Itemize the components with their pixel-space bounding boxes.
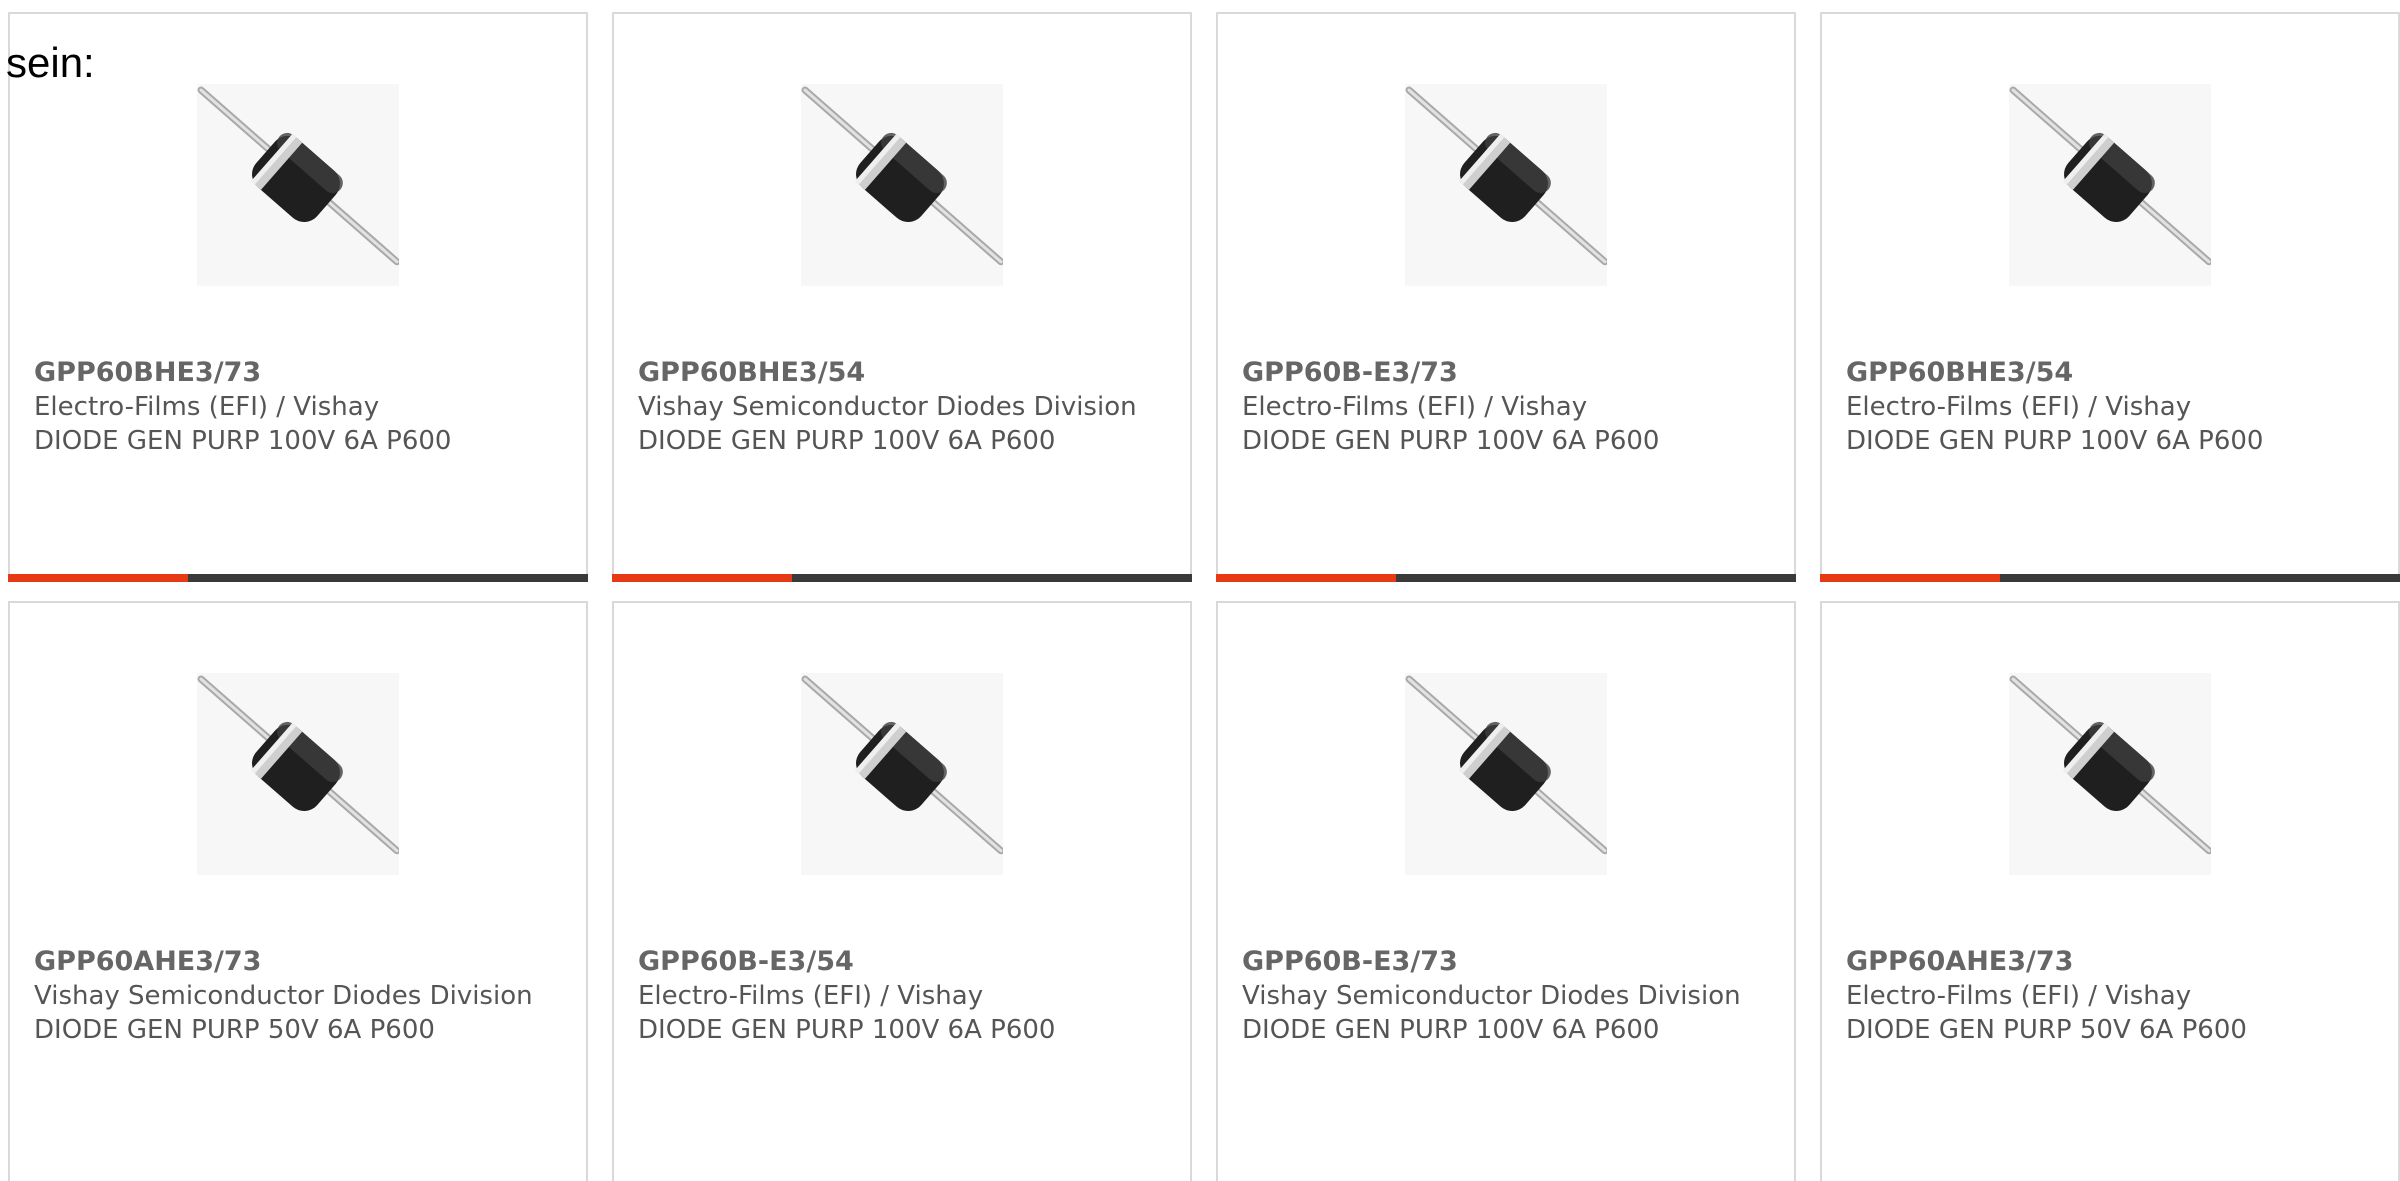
part-number[interactable]: GPP60BHE3/54 [1846,356,2378,390]
intro-text: sein: [6,39,95,86]
product-card[interactable]: GPP60B-E3/73 Vishay Semiconductor Diodes… [1216,601,1796,1181]
part-number[interactable]: GPP60BHE3/73 [34,356,566,390]
axial-diode-image [197,675,399,855]
product-card[interactable]: GPP60BHE3/54 Vishay Semiconductor Diodes… [612,12,1192,582]
card-bottom-bar [612,574,1192,582]
axial-diode-image [1405,675,1607,855]
card-bar-fill [8,574,188,582]
product-image[interactable] [197,84,399,286]
part-description: DIODE GEN PURP 50V 6A P600 [34,1015,435,1045]
card-bar-fill [1820,574,2000,582]
manufacturer-name: Electro-Films (EFI) / Vishay [1242,392,1588,422]
product-image[interactable] [801,84,1003,286]
card-bar-fill [612,574,792,582]
manufacturer-name: Electro-Films (EFI) / Vishay [1846,981,2192,1011]
part-number[interactable]: GPP60B-E3/73 [1242,356,1774,390]
card-bottom-bar [8,574,588,582]
product-card[interactable]: GPP60AHE3/73 Vishay Semiconductor Diodes… [8,601,588,1181]
part-number[interactable]: GPP60B-E3/73 [1242,945,1774,979]
manufacturer-name: Vishay Semiconductor Diodes Division [638,392,1137,422]
product-card[interactable]: GPP60BHE3/73 Electro-Films (EFI) / Visha… [8,12,588,582]
card-bottom-bar [1820,574,2400,582]
axial-diode-image [2009,675,2211,855]
part-description: DIODE GEN PURP 100V 6A P600 [34,426,452,456]
product-image[interactable] [1405,673,1607,875]
product-image[interactable] [2009,673,2211,875]
product-image[interactable] [1405,84,1607,286]
card-bottom-bar [1216,574,1796,582]
axial-diode-image [801,86,1003,266]
manufacturer-name: Electro-Films (EFI) / Vishay [1846,392,2192,422]
product-image[interactable] [197,673,399,875]
axial-diode-image [1405,86,1607,266]
part-description: DIODE GEN PURP 100V 6A P600 [1242,426,1660,456]
product-image[interactable] [2009,84,2211,286]
product-card[interactable]: GPP60B-E3/54 Electro-Films (EFI) / Visha… [612,601,1192,1181]
part-description: DIODE GEN PURP 100V 6A P600 [638,426,1056,456]
product-card[interactable]: GPP60B-E3/73 Electro-Films (EFI) / Visha… [1216,12,1796,582]
axial-diode-image [2009,86,2211,266]
manufacturer-name: Electro-Films (EFI) / Vishay [34,392,380,422]
product-card[interactable]: GPP60BHE3/54 Electro-Films (EFI) / Visha… [1820,12,2400,582]
part-number[interactable]: GPP60B-E3/54 [638,945,1170,979]
product-card[interactable]: GPP60AHE3/73 Electro-Films (EFI) / Visha… [1820,601,2400,1181]
axial-diode-image [197,86,399,266]
part-number[interactable]: GPP60AHE3/73 [1846,945,2378,979]
part-description: DIODE GEN PURP 50V 6A P600 [1846,1015,2247,1045]
manufacturer-name: Vishay Semiconductor Diodes Division [1242,981,1741,1011]
part-description: DIODE GEN PURP 100V 6A P600 [1846,426,2264,456]
axial-diode-image [801,675,1003,855]
part-number[interactable]: GPP60BHE3/54 [638,356,1170,390]
product-image[interactable] [801,673,1003,875]
card-bar-fill [1216,574,1396,582]
part-number[interactable]: GPP60AHE3/73 [34,945,566,979]
manufacturer-name: Electro-Films (EFI) / Vishay [638,981,984,1011]
part-description: DIODE GEN PURP 100V 6A P600 [638,1015,1056,1045]
manufacturer-name: Vishay Semiconductor Diodes Division [34,981,533,1011]
part-description: DIODE GEN PURP 100V 6A P600 [1242,1015,1660,1045]
